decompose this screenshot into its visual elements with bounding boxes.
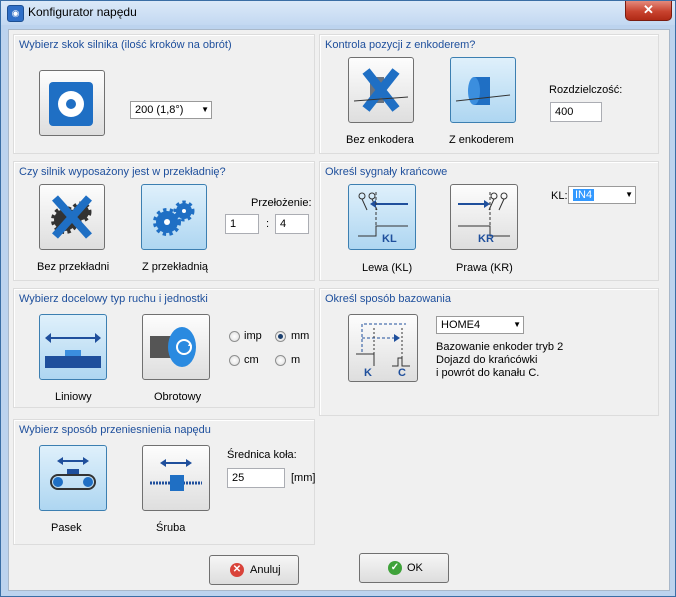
motion-group: Wybierz docelowy typ ruchu i jednostki L…	[13, 288, 315, 408]
step-select[interactable]: 200 (1,8°) ▼	[130, 101, 212, 119]
resolution-input[interactable]: 400	[550, 102, 602, 122]
rotary-motion-icon	[150, 327, 196, 367]
title-bar: ◉ Konfigurator napędu ✕	[1, 1, 675, 25]
unit-mm-radio[interactable]	[275, 331, 286, 342]
left-limit-icon: KL	[358, 192, 408, 245]
step-select-value: 200 (1,8°)	[135, 104, 184, 116]
unit-imp-label: imp	[244, 330, 262, 342]
gear-group: Czy silnik wyposażony jest w przekładnię…	[13, 161, 315, 281]
ok-button[interactable]: ✓ OK	[359, 553, 449, 583]
homing-k-text: K	[364, 367, 372, 378]
checkmark-icon: ✓	[388, 561, 402, 575]
gears-icon	[153, 200, 195, 236]
ratio-input-b[interactable]: 4	[275, 214, 309, 234]
unit-cm-radio[interactable]	[229, 355, 240, 366]
rotary-motion-button[interactable]	[142, 314, 210, 380]
unit-m-radio[interactable]	[275, 355, 286, 366]
diameter-label: Średnica koła:	[227, 449, 297, 461]
step-group: Wybierz skok silnika (ilość kroków na ob…	[13, 34, 315, 154]
kl-input-label: KL:	[551, 190, 568, 202]
linear-motion-label: Liniowy	[55, 391, 92, 403]
stepper-motor-button[interactable]	[39, 70, 105, 136]
homing-diagram-button[interactable]: K C	[348, 314, 418, 382]
without-gear-button[interactable]	[39, 184, 105, 250]
kl-icon-text: KL	[382, 233, 397, 245]
encoder-group: Kontrola pozycji z enkoderem? Bez enkode…	[319, 34, 659, 154]
with-gear-label: Z przekładnią	[142, 261, 209, 273]
without-encoder-button[interactable]	[348, 57, 414, 123]
limits-group: Określ sygnały krańcowe KL Lewa (KL) KR …	[319, 161, 659, 281]
no-gear-icon	[51, 195, 92, 239]
encoder-icon	[455, 77, 511, 105]
homing-group-title: Określ sposób bazowania	[325, 293, 451, 305]
with-encoder-button[interactable]	[450, 57, 516, 123]
homing-group: Określ sposób bazowania K C HOME4 ▼ Bazo…	[319, 288, 659, 416]
unit-mm-label: mm	[291, 330, 310, 342]
screw-button[interactable]	[142, 445, 210, 511]
chevron-down-icon: ▼	[201, 105, 209, 114]
unit-m-label: m	[291, 354, 301, 366]
rotary-motion-label: Obrotowy	[154, 391, 202, 403]
screw-label: Śruba	[156, 522, 186, 534]
right-limit-label: Prawa (KR)	[456, 262, 513, 274]
cancel-button[interactable]: ✕ Anuluj	[209, 555, 299, 585]
belt-button[interactable]	[39, 445, 107, 511]
no-encoder-icon	[353, 68, 409, 112]
homing-mode-value: HOME4	[441, 319, 481, 331]
belt-label: Pasek	[51, 522, 82, 534]
with-encoder-label: Z enkoderem	[449, 134, 514, 146]
linear-motion-button[interactable]	[39, 314, 107, 380]
without-encoder-label: Bez enkodera	[346, 134, 414, 146]
gear-group-title: Czy silnik wyposażony jest w przekładnię…	[19, 166, 226, 178]
linear-motion-icon	[45, 333, 101, 368]
kr-icon-text: KR	[478, 233, 494, 245]
unit-cm-label: cm	[244, 354, 259, 366]
belt-icon	[50, 457, 96, 490]
right-limit-icon: KR	[458, 192, 510, 245]
homing-mode-select[interactable]: HOME4 ▼	[436, 316, 524, 334]
transmission-group-title: Wybierz sposób przeniesnienia napędu	[19, 424, 211, 436]
left-limit-button[interactable]: KL	[348, 184, 416, 250]
diameter-input[interactable]: 25	[227, 468, 285, 488]
resolution-label: Rozdzielczość:	[549, 84, 623, 96]
stepper-motor-icon	[49, 82, 93, 126]
chevron-down-icon: ▼	[513, 320, 521, 329]
cancel-icon: ✕	[230, 563, 244, 577]
kl-input-value: IN4	[573, 189, 595, 201]
ratio-label: Przełożenie:	[251, 197, 312, 209]
diameter-unit: [mm]	[291, 472, 316, 484]
configurator-window: ◉ Konfigurator napędu ✕ Wybierz skok sil…	[0, 0, 676, 597]
unit-imp-radio[interactable]	[229, 331, 240, 342]
transmission-group: Wybierz sposób przeniesnienia napędu Pas…	[13, 419, 315, 545]
chevron-down-icon: ▼	[625, 190, 633, 199]
homing-description-1: Bazowanie enkoder tryb 2	[436, 341, 564, 353]
app-icon: ◉	[7, 5, 24, 22]
with-gear-button[interactable]	[141, 184, 207, 250]
kl-input-select[interactable]: IN4 ▼	[568, 186, 636, 204]
dialog-body: Wybierz skok silnika (ilość kroków na ob…	[8, 29, 670, 591]
homing-description-2: Dojazd do krańcówki	[436, 354, 538, 366]
limits-group-title: Określ sygnały krańcowe	[325, 166, 448, 178]
motion-group-title: Wybierz docelowy typ ruchu i jednostki	[19, 293, 208, 305]
without-gear-label: Bez przekładni	[37, 261, 110, 273]
encoder-group-title: Kontrola pozycji z enkoderem?	[325, 39, 476, 51]
screw-icon	[150, 459, 202, 491]
step-group-title: Wybierz skok silnika (ilość kroków na ob…	[19, 39, 232, 51]
ok-button-label: OK	[407, 562, 423, 574]
homing-c-text: C	[398, 367, 406, 378]
close-button[interactable]: ✕	[625, 1, 672, 21]
ratio-input-a[interactable]: 1	[225, 214, 259, 234]
homing-diagram-icon: K C	[356, 323, 410, 378]
left-limit-label: Lewa (KL)	[362, 262, 413, 274]
window-title: Konfigurator napędu	[28, 5, 137, 19]
cancel-button-label: Anuluj	[250, 564, 281, 576]
ratio-separator: :	[266, 218, 270, 230]
homing-description-3: i powrót do kanału C.	[436, 367, 540, 379]
right-limit-button[interactable]: KR	[450, 184, 518, 250]
